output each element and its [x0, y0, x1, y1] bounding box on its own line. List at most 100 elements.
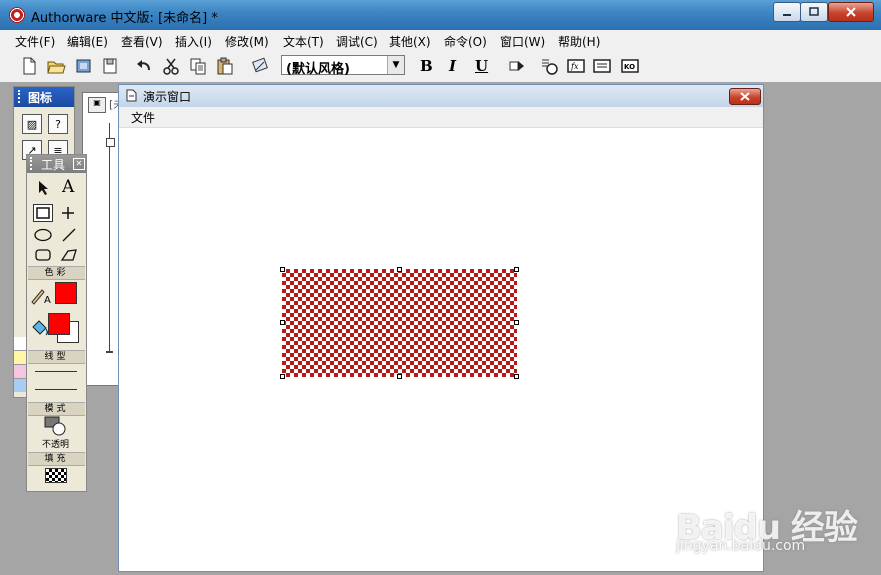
flowline-end-marker: [106, 351, 113, 353]
menu-insert[interactable]: 插入(I): [175, 33, 212, 50]
ellipse-tool[interactable]: [33, 227, 53, 243]
menu-file[interactable]: 文件(F): [15, 33, 55, 50]
tools-close-icon[interactable]: ✕: [73, 158, 85, 170]
functions-button[interactable]: fx: [566, 56, 586, 76]
paste-button[interactable]: [215, 56, 235, 76]
fill-color-tool[interactable]: [30, 318, 50, 338]
line-tool[interactable]: [61, 227, 77, 243]
save-icon: [103, 58, 117, 74]
mode-section-label: 模式: [28, 402, 85, 416]
grip-icon: [18, 90, 24, 103]
resize-handle-bl[interactable]: [280, 374, 285, 379]
display-icon[interactable]: ▨: [22, 114, 42, 134]
run-button[interactable]: [507, 56, 527, 76]
window-title: Authorware 中文版: [未命名] *: [31, 11, 218, 26]
menu-view[interactable]: 查看(V): [121, 33, 163, 50]
crosshair-icon: [62, 207, 74, 219]
knowledge-objects-icon: KO: [621, 59, 639, 73]
functions-label: fx: [570, 62, 579, 71]
knowledge-objects-button[interactable]: KO: [620, 56, 640, 76]
bold-button[interactable]: B: [420, 57, 433, 75]
variables-button[interactable]: [592, 56, 612, 76]
menu-command[interactable]: 命令(O): [444, 33, 487, 50]
menu-debug[interactable]: 调试(C): [336, 33, 378, 50]
flowline-window-icon: ▣: [88, 97, 106, 113]
wait-icon[interactable]: ?: [48, 114, 68, 134]
undo-button[interactable]: [134, 56, 154, 76]
fill-color-swatch[interactable]: [48, 313, 70, 335]
import-icon: [76, 59, 91, 73]
pen-color-tool[interactable]: A: [30, 285, 54, 306]
control-panel-button[interactable]: [539, 56, 559, 76]
menu-modify[interactable]: 修改(M): [225, 33, 269, 50]
paste-icon: [217, 57, 233, 75]
italic-button[interactable]: I: [449, 57, 456, 75]
pencil-text-icon: A: [31, 289, 51, 306]
scissors-icon: [163, 58, 179, 75]
paint-bucket-icon: [32, 320, 48, 336]
dropdown-arrow-icon[interactable]: ▼: [387, 56, 404, 74]
checker-rectangle[interactable]: [282, 269, 517, 377]
open-file-button[interactable]: [46, 56, 66, 76]
diagonal-line-icon: [62, 228, 76, 242]
new-file-button[interactable]: [19, 56, 39, 76]
minimize-button[interactable]: [773, 2, 801, 22]
title-bar: Authorware 中文版: [未命名] *: [0, 0, 881, 30]
pen-color-swatch[interactable]: [55, 282, 77, 304]
tools-palette-titlebar[interactable]: 工具 ✕: [27, 155, 86, 173]
resize-handle-br[interactable]: [514, 374, 519, 379]
close-button[interactable]: [828, 2, 874, 22]
menu-window[interactable]: 窗口(W): [500, 33, 545, 50]
flowline-start-marker[interactable]: [106, 138, 115, 147]
run-icon: [509, 61, 524, 71]
icon-palette-titlebar[interactable]: 图标: [14, 87, 74, 107]
checker-fill-pattern[interactable]: [45, 468, 67, 483]
menu-other[interactable]: 其他(X): [389, 33, 431, 50]
opaque-mode-option[interactable]: [43, 415, 69, 437]
icon-palette-title: 图标: [28, 91, 53, 105]
color-section-label: 色彩: [28, 266, 85, 280]
style-select[interactable]: (默认风格) ▼: [281, 55, 405, 77]
thin-line-option[interactable]: [35, 371, 77, 372]
maximize-icon: [809, 7, 819, 16]
resize-handle-right[interactable]: [514, 320, 519, 325]
fill-section-label: 填充: [28, 452, 85, 466]
rectangle-tool[interactable]: [33, 204, 53, 222]
resize-handle-left[interactable]: [280, 320, 285, 325]
menu-bar: 文件(F) 编辑(E) 查看(V) 插入(I) 修改(M) 文本(T) 调试(C…: [0, 30, 881, 52]
menu-edit[interactable]: 编辑(E): [67, 33, 108, 50]
functions-icon: fx: [567, 59, 585, 73]
authorware-app-icon[interactable]: [9, 7, 25, 23]
tools-palette: 工具 ✕ A 色彩 A 线型 模式 不透明 填充: [26, 154, 87, 492]
find-button[interactable]: [250, 56, 270, 76]
minimize-icon: [783, 14, 791, 16]
menu-text[interactable]: 文本(T): [283, 33, 324, 50]
text-tool[interactable]: A: [62, 177, 74, 197]
resize-handle-tl[interactable]: [280, 267, 285, 272]
copy-button[interactable]: [188, 56, 208, 76]
import-button[interactable]: [74, 56, 94, 76]
cut-button[interactable]: [161, 56, 181, 76]
presentation-close-button[interactable]: [729, 88, 761, 105]
rectangle-icon: [36, 207, 50, 219]
close-icon: [846, 7, 856, 17]
menu-help[interactable]: 帮助(H): [558, 33, 600, 50]
presentation-window-title: 演示窗口: [143, 90, 192, 104]
crosshair-tool[interactable]: [60, 205, 76, 221]
resize-handle-bottom[interactable]: [397, 374, 402, 379]
line-option[interactable]: [35, 389, 77, 390]
mode-value-label: 不透明: [42, 440, 70, 450]
resize-handle-tr[interactable]: [514, 267, 519, 272]
style-select-value: (默认风格): [286, 62, 350, 77]
presentation-window-titlebar[interactable]: 演示窗口: [119, 85, 763, 108]
find-icon: [252, 57, 268, 73]
rounded-rectangle-tool[interactable]: [33, 247, 53, 263]
pointer-tool[interactable]: [37, 180, 51, 196]
ellipse-icon: [34, 228, 52, 242]
save-button[interactable]: [100, 56, 120, 76]
presentation-menu-file[interactable]: 文件: [131, 109, 155, 126]
resize-handle-top[interactable]: [397, 267, 402, 272]
polygon-tool[interactable]: [60, 247, 78, 263]
maximize-button[interactable]: [800, 2, 828, 22]
underline-button[interactable]: U: [475, 57, 488, 75]
